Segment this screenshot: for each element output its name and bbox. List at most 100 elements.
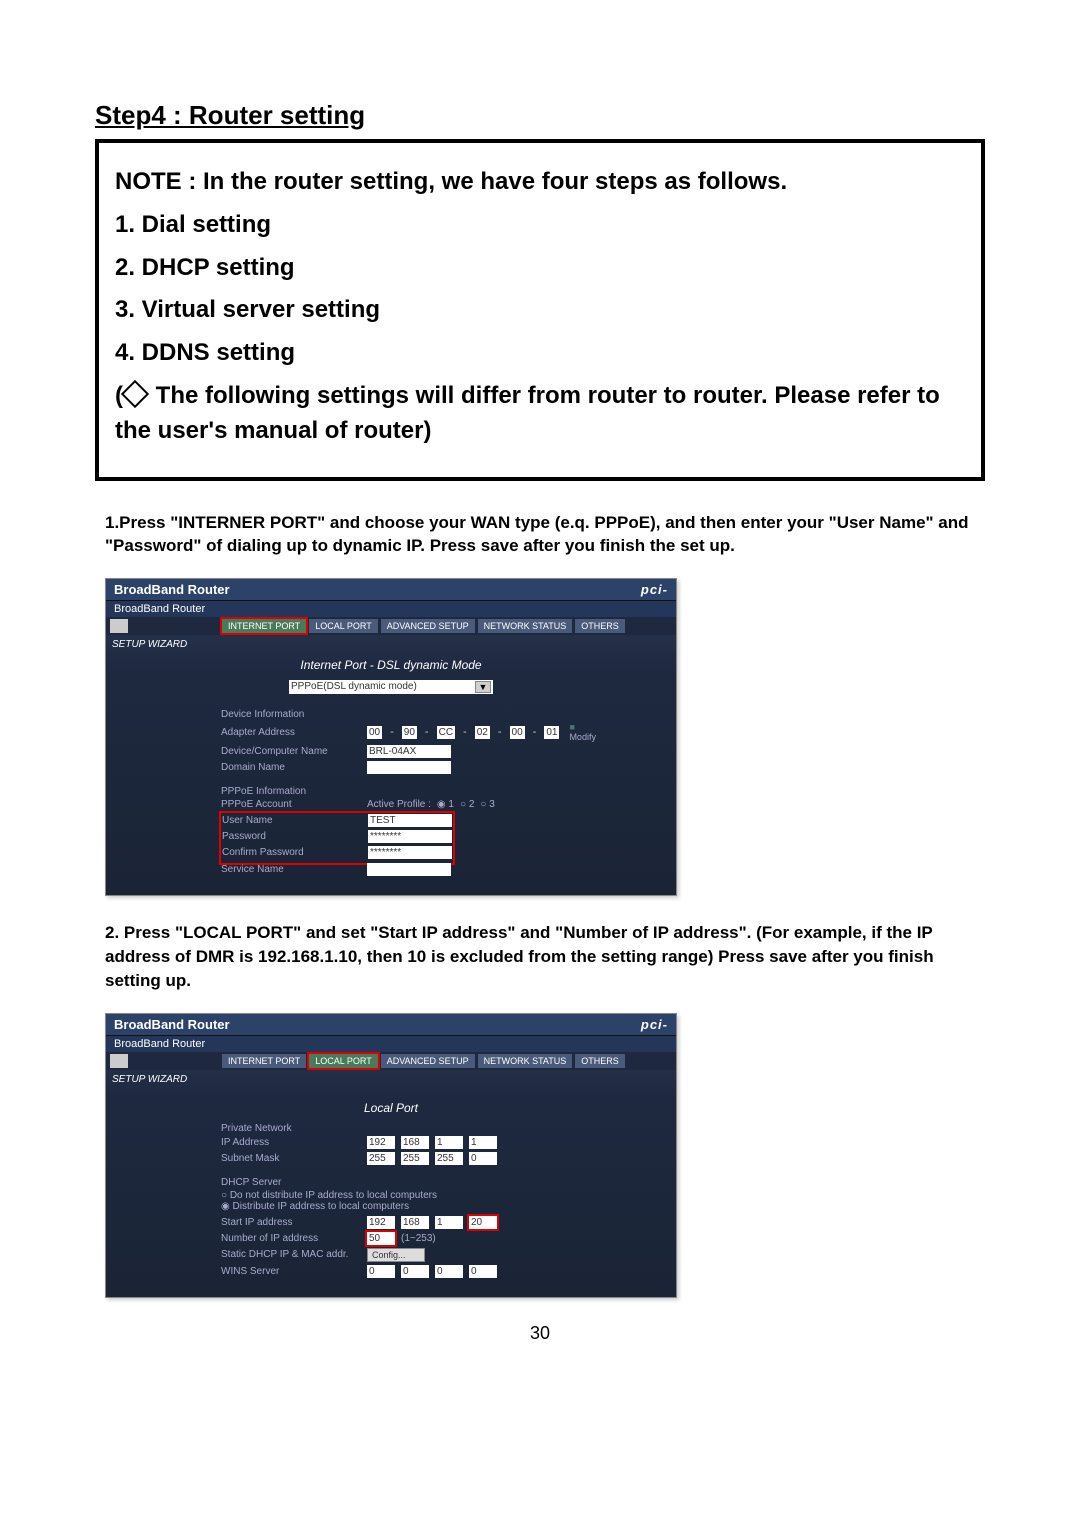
tab-local-port[interactable]: LOCAL PORT [309,1054,378,1068]
window-titlebar: BroadBand Router pci- [106,1014,676,1036]
pppoe-account-label: PPPoE Account [221,799,361,810]
tab-advanced-setup[interactable]: ADVANCED SETUP [381,1054,475,1068]
dhcp-radio-label: Distribute IP address to local computers [233,1201,410,1212]
ip-octet[interactable]: 192 [367,1136,395,1149]
mac-octet[interactable]: 02 [475,726,490,739]
start-ip-octet-last[interactable]: 20 [469,1216,497,1229]
tab-others[interactable]: OTHERS [575,619,625,633]
subnet-octet[interactable]: 255 [401,1152,429,1165]
domain-name-label: Domain Name [221,762,361,773]
start-ip-octet[interactable]: 1 [435,1216,463,1229]
start-ip-octet[interactable]: 192 [367,1216,395,1229]
panel-heading: Internet Port - DSL dynamic Mode [221,658,561,672]
instruction-2: 2. Press "LOCAL PORT" and set "Start IP … [105,921,985,992]
setup-wizard-link[interactable]: SETUP WIZARD [106,639,676,650]
browser-controls-icon [110,619,128,633]
subnet-mask-label: Subnet Mask [221,1153,361,1164]
confirm-password-input[interactable]: ******** [368,846,452,859]
brand-logo: pci- [641,582,668,597]
active-profile-label: Active Profile : [367,799,431,810]
note-item-1: 1. Dial setting [115,208,965,243]
confirm-password-label: Confirm Password [222,847,362,858]
window-subtitle: BroadBand Router [106,601,676,617]
subnet-octet[interactable]: 0 [469,1152,497,1165]
device-name-label: Device/Computer Name [221,746,361,757]
tab-internet-port[interactable]: INTERNET PORT [222,1054,306,1068]
private-network-section: Private Network [221,1123,561,1134]
dhcp-server-section: DHCP Server [221,1177,561,1188]
screenshot-local-port: BroadBand Router pci- BroadBand Router I… [105,1013,677,1298]
note-box: NOTE : In the router setting, we have fo… [95,139,985,481]
config-button[interactable]: Config... [367,1248,425,1262]
wins-octet[interactable]: 0 [469,1265,497,1278]
panel-heading: Local Port [221,1101,561,1115]
brand-logo: pci- [641,1017,668,1032]
num-ip-range: (1~253) [401,1233,436,1244]
toolbar: INTERNET PORT LOCAL PORT ADVANCED SETUP … [106,1052,676,1070]
subnet-octet[interactable]: 255 [367,1152,395,1165]
step-title: Step4 : Router setting [95,100,985,131]
service-name-input[interactable] [367,863,451,876]
mac-octet[interactable]: CC [437,726,455,739]
num-ip-input[interactable]: 50 [367,1232,395,1245]
diamond-icon [123,382,149,409]
mac-octet[interactable]: 00 [367,726,382,739]
wan-type-value: PPPoE(DSL dynamic mode) [291,681,417,693]
tab-others[interactable]: OTHERS [575,1054,625,1068]
wins-octet[interactable]: 0 [401,1265,429,1278]
tab-internet-port[interactable]: INTERNET PORT [222,619,306,633]
window-title: BroadBand Router [114,582,230,597]
user-name-label: User Name [222,815,362,826]
modify-checkbox[interactable]: Modify [569,722,596,742]
instruction-1: 1.Press "INTERNER PORT" and choose your … [105,511,985,559]
dhcp-radio-distribute[interactable]: ◉ Distribute IP address to local compute… [221,1201,561,1212]
profile-radio-2[interactable]: ○ 2 [460,799,474,810]
note-item-3: 3. Virtual server setting [115,293,965,328]
num-ip-label: Number of IP address [221,1233,361,1244]
tab-network-status[interactable]: NETWORK STATUS [478,619,573,633]
service-name-label: Service Name [221,864,361,875]
dropdown-arrow-icon: ▼ [475,681,491,693]
subnet-octet[interactable]: 255 [435,1152,463,1165]
mac-octet[interactable]: 90 [402,726,417,739]
static-dhcp-label: Static DHCP IP & MAC addr. [221,1249,361,1260]
window-subtitle: BroadBand Router [106,1036,676,1052]
wins-octet[interactable]: 0 [367,1265,395,1278]
ip-address-label: IP Address [221,1137,361,1148]
wins-octet[interactable]: 0 [435,1265,463,1278]
password-input[interactable]: ******** [368,830,452,843]
profile-radio-3[interactable]: ○ 3 [480,799,494,810]
mac-octet[interactable]: 01 [544,726,559,739]
ip-octet[interactable]: 1 [435,1136,463,1149]
device-name-input[interactable]: BRL-04AX [367,745,451,758]
note-footer-text: The following settings will differ from … [115,382,940,444]
wins-server-label: WINS Server [221,1266,361,1277]
note-footer: ( The following settings will differ fro… [115,379,965,449]
browser-controls-icon [110,1054,128,1068]
password-label: Password [222,831,362,842]
note-item-2: 2. DHCP setting [115,251,965,286]
start-ip-label: Start IP address [221,1217,361,1228]
dhcp-radio-no-distribute[interactable]: ○ Do not distribute IP address to local … [221,1190,561,1201]
screenshot-internet-port: BroadBand Router pci- BroadBand Router I… [105,578,677,896]
tab-advanced-setup[interactable]: ADVANCED SETUP [381,619,475,633]
tab-network-status[interactable]: NETWORK STATUS [478,1054,573,1068]
adapter-address-label: Adapter Address [221,727,361,738]
domain-name-input[interactable] [367,761,451,774]
note-item-4: 4. DDNS setting [115,336,965,371]
dhcp-radio-label: Do not distribute IP address to local co… [230,1190,437,1201]
note-intro: NOTE : In the router setting, we have fo… [115,165,965,200]
start-ip-octet[interactable]: 168 [401,1216,429,1229]
page-number: 30 [95,1323,985,1344]
wan-type-select[interactable]: PPPoE(DSL dynamic mode) ▼ [289,680,493,694]
user-name-input[interactable]: TEST [368,814,452,827]
tab-local-port[interactable]: LOCAL PORT [309,619,378,633]
ip-octet[interactable]: 1 [469,1136,497,1149]
window-titlebar: BroadBand Router pci- [106,579,676,601]
mac-octet[interactable]: 00 [510,726,525,739]
device-info-section: Device Information [221,709,561,720]
setup-wizard-link[interactable]: SETUP WIZARD [106,1074,676,1085]
window-title: BroadBand Router [114,1017,230,1032]
ip-octet[interactable]: 168 [401,1136,429,1149]
profile-radio-1[interactable]: ◉ 1 [437,799,454,810]
